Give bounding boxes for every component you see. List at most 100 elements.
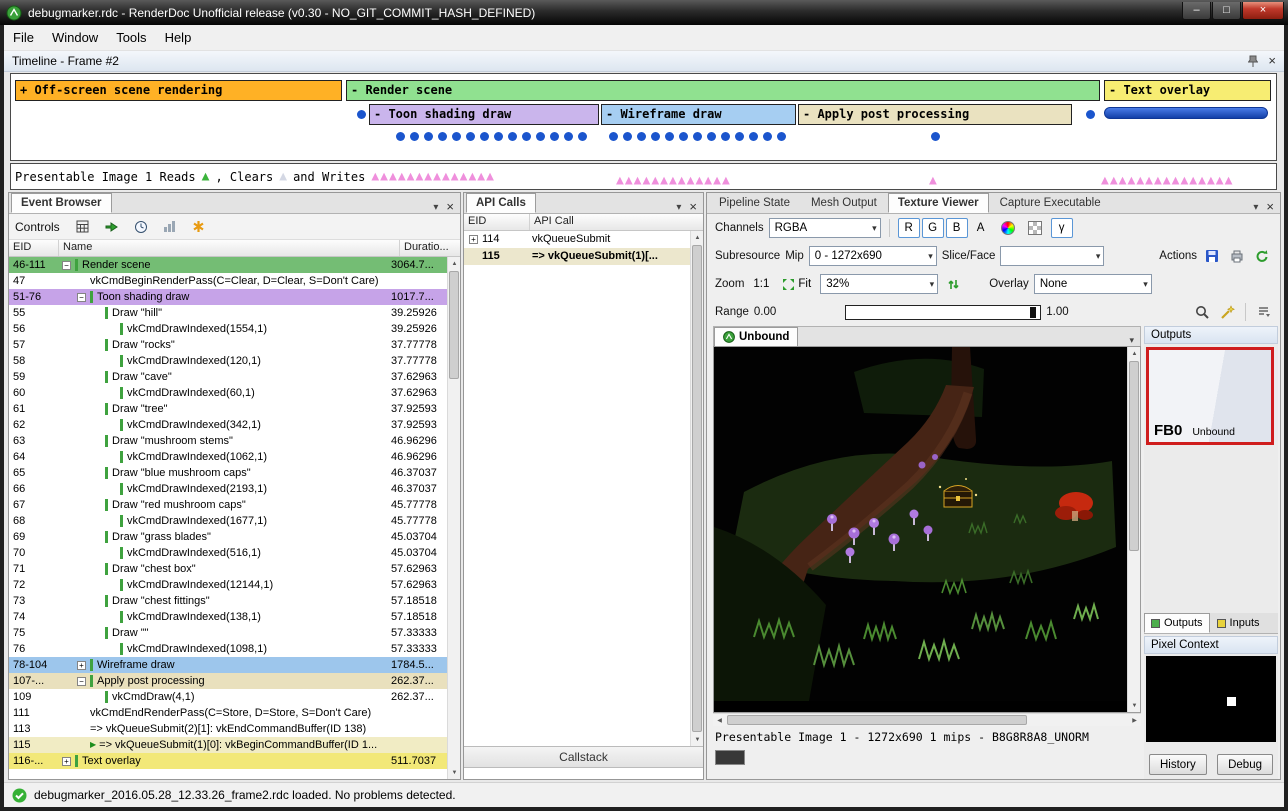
durations-icon[interactable] [160,217,180,237]
maximize-button[interactable]: □ [1212,2,1241,20]
export-icon[interactable] [1227,246,1247,266]
event-dot[interactable] [494,132,503,141]
event-row[interactable]: 113=> vkQueueSubmit(2)[1]: vkEndCommandB… [9,721,447,737]
event-row[interactable]: 69Draw "grass blades"45.03704 [9,529,447,545]
event-dot[interactable] [623,132,632,141]
channel-g-button[interactable]: G [922,218,944,238]
api-row[interactable]: +114vkQueueSubmit [464,231,690,248]
event-row[interactable]: 65Draw "blue mushroom caps"46.37037 [9,465,447,481]
range-slider[interactable] [845,305,1041,320]
panel-menu-icon[interactable]: ▾ [433,202,438,213]
event-dot[interactable] [735,132,744,141]
event-columns-header[interactable]: EID Name Duratio... [9,240,460,257]
event-row[interactable]: 60vkCmdDrawIndexed(60,1)37.62963 [9,385,447,401]
timeline-bar[interactable]: - Wireframe draw [601,104,796,125]
event-dot[interactable] [721,132,730,141]
api-calls-scrollbar[interactable]: ▲ ▼ [690,231,703,746]
scroll-up-icon[interactable]: ▲ [1128,347,1141,360]
event-row[interactable]: 51-76−Toon shading draw1017.7... [9,289,447,305]
gamma-button[interactable]: γ [1051,218,1073,238]
event-row[interactable]: 111vkCmdEndRenderPass(C=Store, D=Store, … [9,705,447,721]
event-row[interactable]: 47vkCmdBeginRenderPass(C=Clear, D=Clear,… [9,273,447,289]
tab-capture-executable[interactable]: Capture Executable [990,193,1111,213]
tree-toggle-icon[interactable]: + [469,235,478,244]
tab-event-browser[interactable]: Event Browser [11,193,112,213]
event-dot[interactable] [466,132,475,141]
color-wheel-button[interactable] [997,218,1019,238]
event-row[interactable]: 62vkCmdDrawIndexed(342,1)37.92593 [9,417,447,433]
scroll-up-icon[interactable]: ▲ [691,231,704,244]
timeline-bar[interactable]: - Text overlay [1104,80,1271,101]
minimize-button[interactable]: – [1182,2,1211,20]
bookmark-icon[interactable] [189,217,209,237]
alpha-background-button[interactable] [1024,218,1046,238]
event-row[interactable]: 67Draw "red mushroom caps"45.77778 [9,497,447,513]
event-row[interactable]: 109vkCmdDraw(4,1)262.37... [9,689,447,705]
event-dot[interactable] [424,132,433,141]
event-dot[interactable] [550,132,559,141]
tab-pipeline-state[interactable]: Pipeline State [709,193,800,213]
channel-b-button[interactable]: B [946,218,968,238]
scrollbar-thumb[interactable] [1129,361,1139,551]
tree-toggle-icon[interactable]: + [62,757,71,766]
event-dot[interactable] [396,132,405,141]
refresh-icon[interactable] [1252,246,1272,266]
api-columns-header[interactable]: EID API Call [464,214,703,231]
tab-inputs[interactable]: Inputs [1210,613,1267,633]
goto-event-icon[interactable] [102,217,122,237]
title-bar[interactable]: debugmarker.rdc - RenderDoc Unofficial r… [0,0,1288,25]
event-browser-scrollbar[interactable]: ▲ ▼ [447,257,460,779]
column-eid[interactable]: EID [464,214,530,230]
event-dot[interactable] [508,132,517,141]
history-button[interactable]: History [1149,754,1207,775]
event-dot[interactable] [1086,110,1095,119]
event-dot[interactable] [637,132,646,141]
channel-a-button[interactable]: A [970,218,992,238]
range-slider-handle[interactable] [1030,307,1036,318]
fb0-thumbnail[interactable]: FB0 Unbound [1146,347,1274,445]
event-dot[interactable] [536,132,545,141]
callstack-section[interactable]: Callstack [464,746,703,768]
tree-toggle-icon[interactable]: − [77,677,86,686]
tab-unbound-texture[interactable]: Unbound [714,327,798,346]
panel-close-icon[interactable]: × [689,201,697,213]
texture-vscrollbar[interactable]: ▲ ▼ [1127,347,1140,712]
scroll-down-icon[interactable]: ▼ [1128,699,1141,712]
event-row[interactable]: 63Draw "mushroom stems"46.96296 [9,433,447,449]
event-row[interactable]: 55Draw "hill"39.25926 [9,305,447,321]
event-row[interactable]: 74vkCmdDrawIndexed(138,1)57.18518 [9,609,447,625]
tree-toggle-icon[interactable]: − [77,293,86,302]
flip-y-icon[interactable] [943,274,963,294]
event-row[interactable]: 68vkCmdDrawIndexed(1677,1)45.77778 [9,513,447,529]
pixel-context-view[interactable] [1146,656,1276,742]
event-row[interactable]: 70vkCmdDrawIndexed(516,1)45.03704 [9,545,447,561]
event-dot[interactable] [651,132,660,141]
event-dot[interactable] [931,132,940,141]
texture-hscrollbar[interactable]: ◀ ▶ [713,713,1141,726]
tab-outputs[interactable]: Outputs [1144,613,1210,633]
event-row[interactable]: 115▶=> vkQueueSubmit(1)[0]: vkBeginComma… [9,737,447,753]
event-dot[interactable] [438,132,447,141]
timeline-bar[interactable]: - Apply post processing [798,104,1072,125]
debug-button[interactable]: Debug [1217,754,1273,775]
slice-face-dropdown[interactable]: ▾ [1000,246,1104,266]
timeline-canvas[interactable]: + Off-screen scene rendering- Render sce… [10,73,1277,161]
event-dot[interactable] [707,132,716,141]
range-zoom-icon[interactable] [1192,302,1212,322]
event-dot[interactable] [564,132,573,141]
zoom-fit-button[interactable]: Fit [778,274,815,294]
event-dot[interactable] [357,110,366,119]
panel-menu-icon[interactable]: ▾ [1253,202,1258,213]
overlay-dropdown[interactable]: None ▾ [1034,274,1152,294]
panel-menu-icon[interactable]: ▾ [676,202,681,213]
event-dot[interactable] [480,132,489,141]
event-row[interactable]: 57Draw "rocks"37.77778 [9,337,447,353]
timeline-close-icon[interactable]: × [1268,55,1276,67]
api-row[interactable]: 115=> vkQueueSubmit(1)[... [464,248,690,265]
pin-icon[interactable] [1248,55,1258,68]
zoom-1-1-button[interactable]: 1:1 [749,274,773,294]
event-row[interactable]: 64vkCmdDrawIndexed(1062,1)46.96296 [9,449,447,465]
event-row[interactable]: 66vkCmdDrawIndexed(2193,1)46.37037 [9,481,447,497]
tree-toggle-icon[interactable]: − [62,261,71,270]
autofit-wand-icon[interactable] [1217,302,1237,322]
